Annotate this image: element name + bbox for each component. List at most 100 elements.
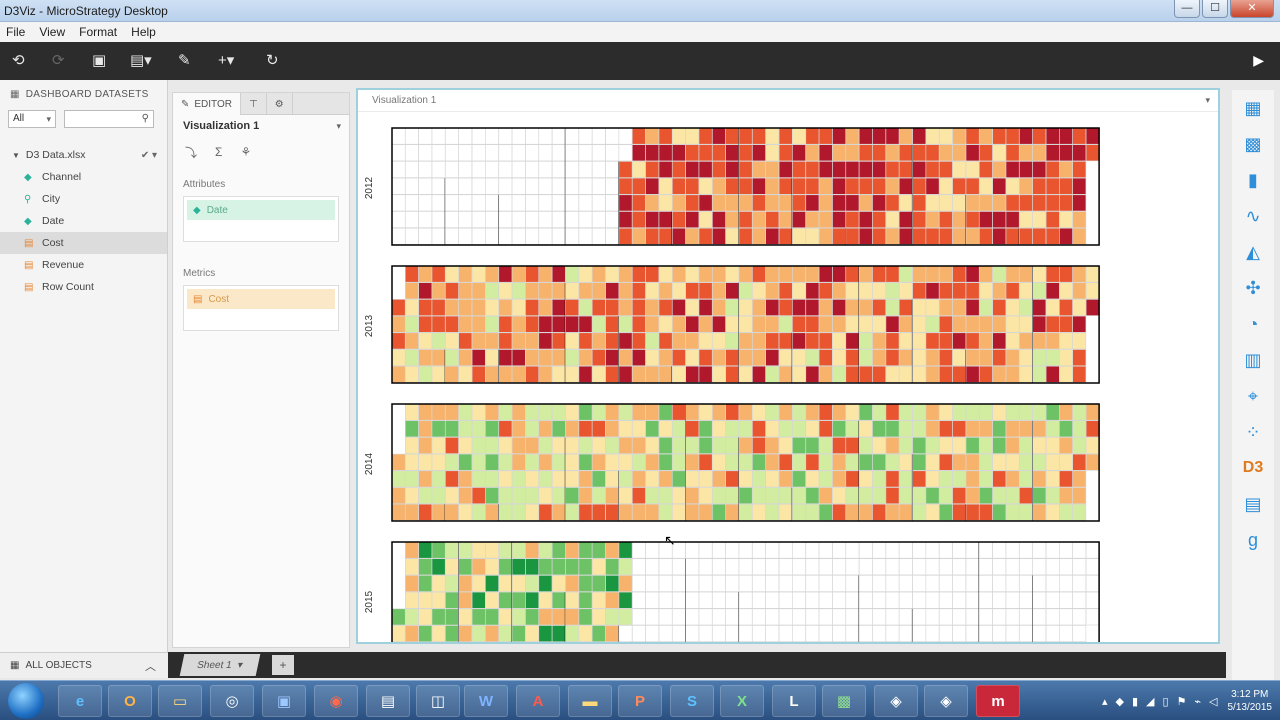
day-cell[interactable] <box>445 403 459 421</box>
utility-icon[interactable]: ◈ <box>924 685 968 717</box>
day-cell[interactable] <box>1059 265 1073 283</box>
day-cell[interactable] <box>445 332 459 350</box>
day-cell[interactable] <box>525 470 539 488</box>
day-cell[interactable] <box>658 127 673 145</box>
day-cell[interactable] <box>1032 349 1047 367</box>
day-cell[interactable] <box>498 194 513 212</box>
day-cell[interactable] <box>605 177 620 195</box>
day-cell[interactable] <box>618 365 633 383</box>
day-cell[interactable] <box>458 625 473 642</box>
day-cell[interactable] <box>605 503 620 521</box>
menu-file[interactable]: File <box>6 25 25 39</box>
day-cell[interactable] <box>671 194 686 212</box>
day-cell[interactable] <box>858 541 873 559</box>
day-cell[interactable] <box>738 211 753 229</box>
day-cell[interactable] <box>712 503 726 521</box>
day-cell[interactable] <box>511 194 526 212</box>
day-cell[interactable] <box>765 453 780 471</box>
day-cell[interactable] <box>965 420 980 438</box>
day-cell[interactable] <box>404 161 419 178</box>
day-cell[interactable] <box>471 608 486 626</box>
day-cell[interactable] <box>1072 177 1087 195</box>
day-cell[interactable] <box>538 299 553 316</box>
day-cell[interactable] <box>898 591 913 609</box>
day-cell[interactable] <box>645 437 660 454</box>
day-cell[interactable] <box>658 503 673 521</box>
day-cell[interactable] <box>551 608 566 626</box>
day-cell[interactable] <box>671 365 686 383</box>
day-cell[interactable] <box>725 591 740 609</box>
edit-visual-icon[interactable]: ✎ <box>178 51 191 69</box>
day-cell[interactable] <box>431 365 446 383</box>
day-cell[interactable] <box>1032 211 1047 229</box>
day-cell[interactable] <box>431 591 446 609</box>
day-cell[interactable] <box>618 265 633 283</box>
day-cell[interactable] <box>992 558 1007 576</box>
day-cell[interactable] <box>832 349 846 367</box>
day-cell[interactable] <box>658 453 673 471</box>
day-cell[interactable] <box>658 591 673 609</box>
day-cell[interactable] <box>898 211 913 229</box>
day-cell[interactable] <box>765 332 780 350</box>
undo-icon[interactable]: ⟲ <box>12 51 25 69</box>
day-cell[interactable] <box>872 211 886 229</box>
day-cell[interactable] <box>458 315 473 333</box>
day-cell[interactable] <box>605 608 620 626</box>
day-cell[interactable] <box>858 194 873 212</box>
day-cell[interactable] <box>1045 403 1060 421</box>
day-cell[interactable] <box>818 541 833 559</box>
day-cell[interactable] <box>498 437 513 454</box>
day-cell[interactable] <box>525 487 539 505</box>
day-cell[interactable] <box>511 575 526 592</box>
day-cell[interactable] <box>965 161 980 178</box>
day-cell[interactable] <box>872 541 886 559</box>
insert-icon[interactable]: +▾ <box>218 51 234 69</box>
day-cell[interactable] <box>698 177 713 195</box>
combo-chart-icon[interactable]: ▥ <box>1232 342 1274 378</box>
day-cell[interactable] <box>591 437 606 454</box>
day-cell[interactable] <box>885 591 900 609</box>
day-cell[interactable] <box>1085 403 1100 421</box>
day-cell[interactable] <box>698 575 713 592</box>
day-cell[interactable] <box>1045 194 1060 212</box>
day-cell[interactable] <box>591 541 606 559</box>
day-cell[interactable] <box>445 177 459 195</box>
day-cell[interactable] <box>431 437 446 454</box>
day-cell[interactable] <box>738 177 753 195</box>
day-cell[interactable] <box>712 365 726 383</box>
system-clock[interactable]: 3:12 PM 5/13/2015 <box>1228 688 1273 714</box>
day-cell[interactable] <box>391 487 406 505</box>
day-cell[interactable] <box>1072 282 1087 300</box>
day-cell[interactable] <box>1059 144 1073 162</box>
day-cell[interactable] <box>725 437 740 454</box>
day-cell[interactable] <box>591 315 606 333</box>
day-cell[interactable] <box>712 591 726 609</box>
day-cell[interactable] <box>578 487 593 505</box>
day-cell[interactable] <box>925 177 940 195</box>
day-cell[interactable] <box>511 177 526 195</box>
day-cell[interactable] <box>445 299 459 316</box>
day-cell[interactable] <box>404 299 419 316</box>
day-cell[interactable] <box>952 437 967 454</box>
day-cell[interactable] <box>658 332 673 350</box>
day-cell[interactable] <box>445 487 459 505</box>
day-cell[interactable] <box>658 487 673 505</box>
day-cell[interactable] <box>792 194 806 212</box>
day-cell[interactable] <box>458 575 473 592</box>
day-cell[interactable] <box>725 625 740 642</box>
day-cell[interactable] <box>1085 608 1100 626</box>
day-cell[interactable] <box>818 420 833 438</box>
day-cell[interactable] <box>738 437 753 454</box>
day-cell[interactable] <box>778 453 793 471</box>
day-cell[interactable] <box>671 487 686 505</box>
day-cell[interactable] <box>698 558 713 576</box>
day-cell[interactable] <box>978 265 993 283</box>
add-sheet-button[interactable]: + <box>272 655 294 675</box>
day-cell[interactable] <box>685 194 700 212</box>
day-cell[interactable] <box>591 194 606 212</box>
tray-network-icon[interactable]: ▮ <box>1132 695 1138 708</box>
day-cell[interactable] <box>885 161 900 178</box>
day-cell[interactable] <box>845 575 860 592</box>
day-cell[interactable] <box>778 608 793 626</box>
day-cell[interactable] <box>778 420 793 438</box>
